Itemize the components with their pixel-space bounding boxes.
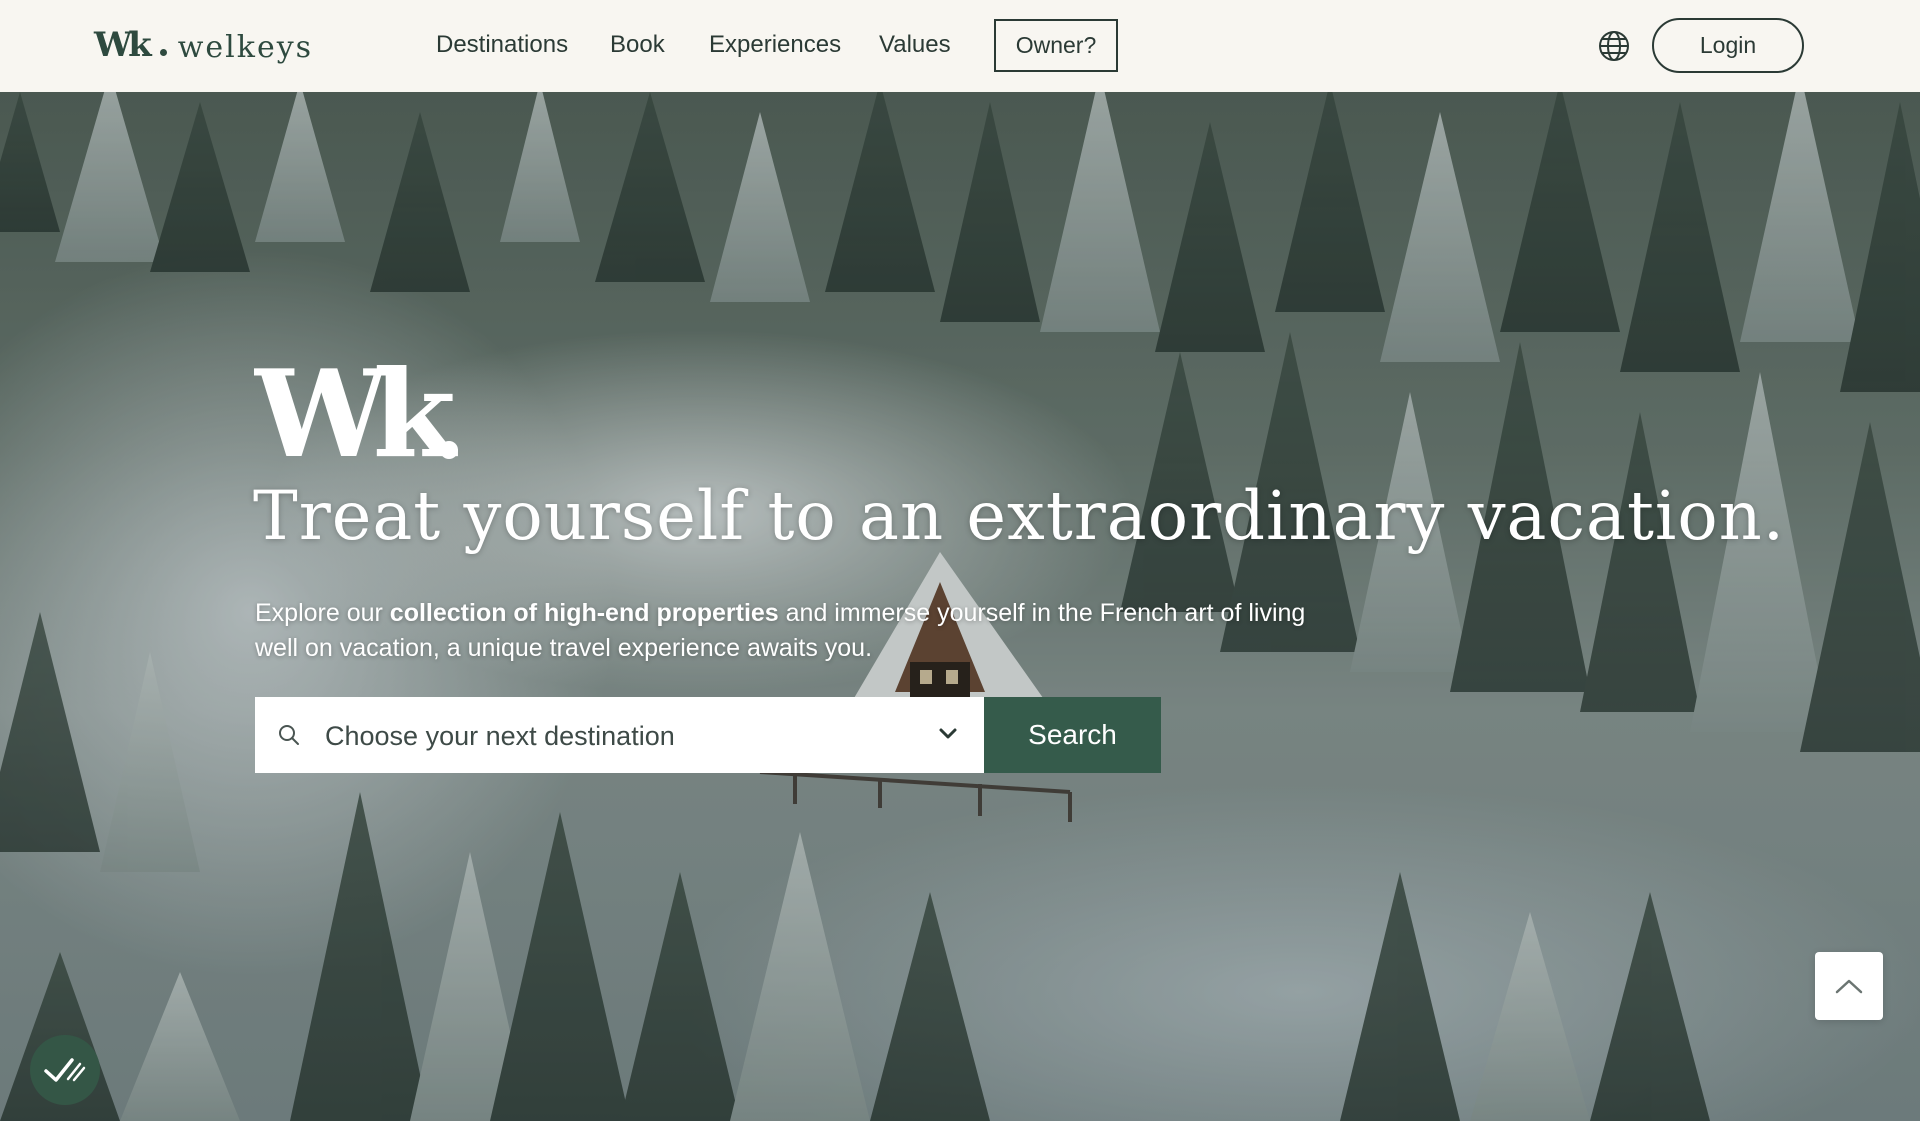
cookie-consent-button[interactable]: [30, 1035, 100, 1105]
page: Wk welkeys Destinations Book Experiences…: [0, 0, 1920, 1121]
cookie-consent-icon: [44, 1058, 86, 1082]
hero-intro: Explore our collection of high-end prope…: [255, 596, 1335, 666]
nav-link-values[interactable]: Values: [879, 30, 951, 60]
login-button[interactable]: Login: [1652, 18, 1804, 73]
nav-link-experiences[interactable]: Experiences: [709, 30, 841, 60]
search-button[interactable]: Search: [984, 697, 1161, 773]
brand-logo[interactable]: Wk welkeys: [94, 22, 313, 68]
svg-text:Wk: Wk: [254, 344, 459, 464]
scroll-to-top-button[interactable]: [1815, 952, 1883, 1020]
destination-placeholder: Choose your next destination: [325, 721, 675, 751]
top-navbar: Wk welkeys Destinations Book Experiences…: [0, 0, 1920, 92]
chevron-down-icon: [939, 728, 957, 739]
owner-button[interactable]: Owner?: [994, 19, 1118, 72]
destination-select[interactable]: Choose your next destination: [255, 697, 984, 773]
brand-mark: Wk: [94, 25, 152, 65]
brand-name: welkeys: [177, 30, 314, 65]
nav-link-book[interactable]: Book: [610, 30, 665, 60]
hero-headline: Treat yourself to an extraordinary vacat…: [253, 477, 1786, 555]
brand-dot: [159, 48, 167, 56]
globe-icon[interactable]: [1598, 30, 1630, 62]
search-icon: [279, 725, 299, 745]
nav-link-destinations[interactable]: Destinations: [436, 30, 568, 60]
hero-intro-highlight: collection of high-end properties: [389, 599, 779, 627]
chevron-up-icon: [1835, 979, 1863, 994]
hero-intro-text: Explore our: [255, 599, 390, 627]
hero-monogram-logo: Wk: [254, 344, 464, 464]
